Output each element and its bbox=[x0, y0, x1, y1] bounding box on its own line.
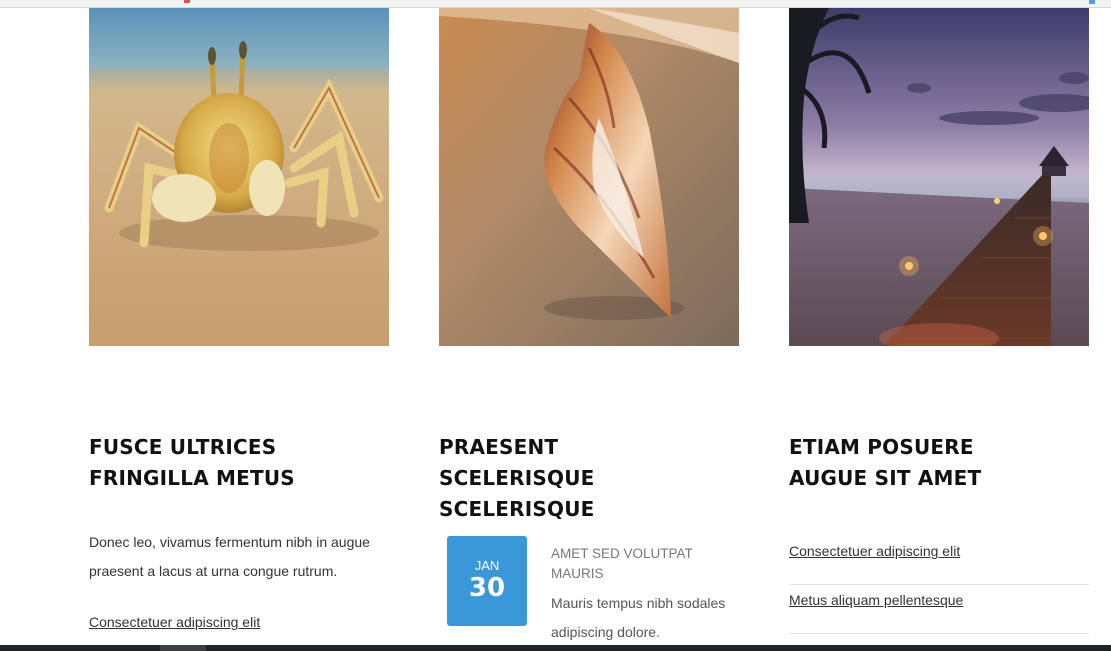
bottom-bar-segment bbox=[160, 645, 206, 651]
feature-column-3: ETIAM POSUERE AUGUE SIT AMET Consectetue… bbox=[789, 8, 1089, 634]
title-line: AUGUE SIT AMET bbox=[789, 466, 982, 490]
feature-column-2: PRAESENT SCELERISQUE SCELERISQUE JAN 30 … bbox=[439, 8, 739, 640]
date-month: JAN bbox=[474, 558, 500, 573]
tab-indicator-right bbox=[1089, 0, 1095, 4]
seashell-image[interactable] bbox=[439, 8, 739, 346]
title-line: FRINGILLA METUS bbox=[89, 466, 295, 490]
date-badge: JAN 30 bbox=[447, 536, 527, 626]
event-description: Mauris tempus nibh sodales adipiscing do… bbox=[551, 595, 726, 640]
feature-title: ETIAM POSUERE AUGUE SIT AMET bbox=[789, 432, 1099, 494]
list-link[interactable]: Consectetuer adipiscing elit bbox=[789, 543, 960, 559]
feature-title: FUSCE ULTRICES FRINGILLA METUS bbox=[89, 432, 399, 494]
feature-title: PRAESENT SCELERISQUE SCELERISQUE bbox=[439, 432, 749, 525]
title-line: ETIAM POSUERE bbox=[789, 435, 974, 459]
crab-image[interactable] bbox=[89, 8, 389, 346]
title-line: SCELERISQUE SCELERISQUE bbox=[439, 466, 595, 521]
link-list: Consectetuer adipiscing elit Metus aliqu… bbox=[789, 536, 1089, 634]
list-item: Metus aliquam pellentesque bbox=[789, 585, 1089, 634]
tab-indicator bbox=[184, 0, 190, 3]
title-line: PRAESENT bbox=[439, 435, 559, 459]
list-link[interactable]: Metus aliquam pellentesque bbox=[789, 592, 963, 608]
feature-column-1: FUSCE ULTRICES FRINGILLA METUS Donec leo… bbox=[89, 8, 389, 630]
pier-sunset-image[interactable] bbox=[789, 8, 1089, 346]
bottom-bar bbox=[0, 645, 1111, 651]
browser-chrome-edge bbox=[0, 0, 1111, 8]
feature-description: Donec leo, vivamus fermentum nibh in aug… bbox=[89, 534, 370, 579]
title-line: FUSCE ULTRICES bbox=[89, 435, 277, 459]
feature-link[interactable]: Consectetuer adipiscing elit bbox=[89, 614, 260, 630]
list-item: Consectetuer adipiscing elit bbox=[789, 536, 1089, 585]
event-title: AMET SED VOLUTPAT MAURIS bbox=[551, 546, 693, 581]
date-day: 30 bbox=[468, 573, 506, 603]
